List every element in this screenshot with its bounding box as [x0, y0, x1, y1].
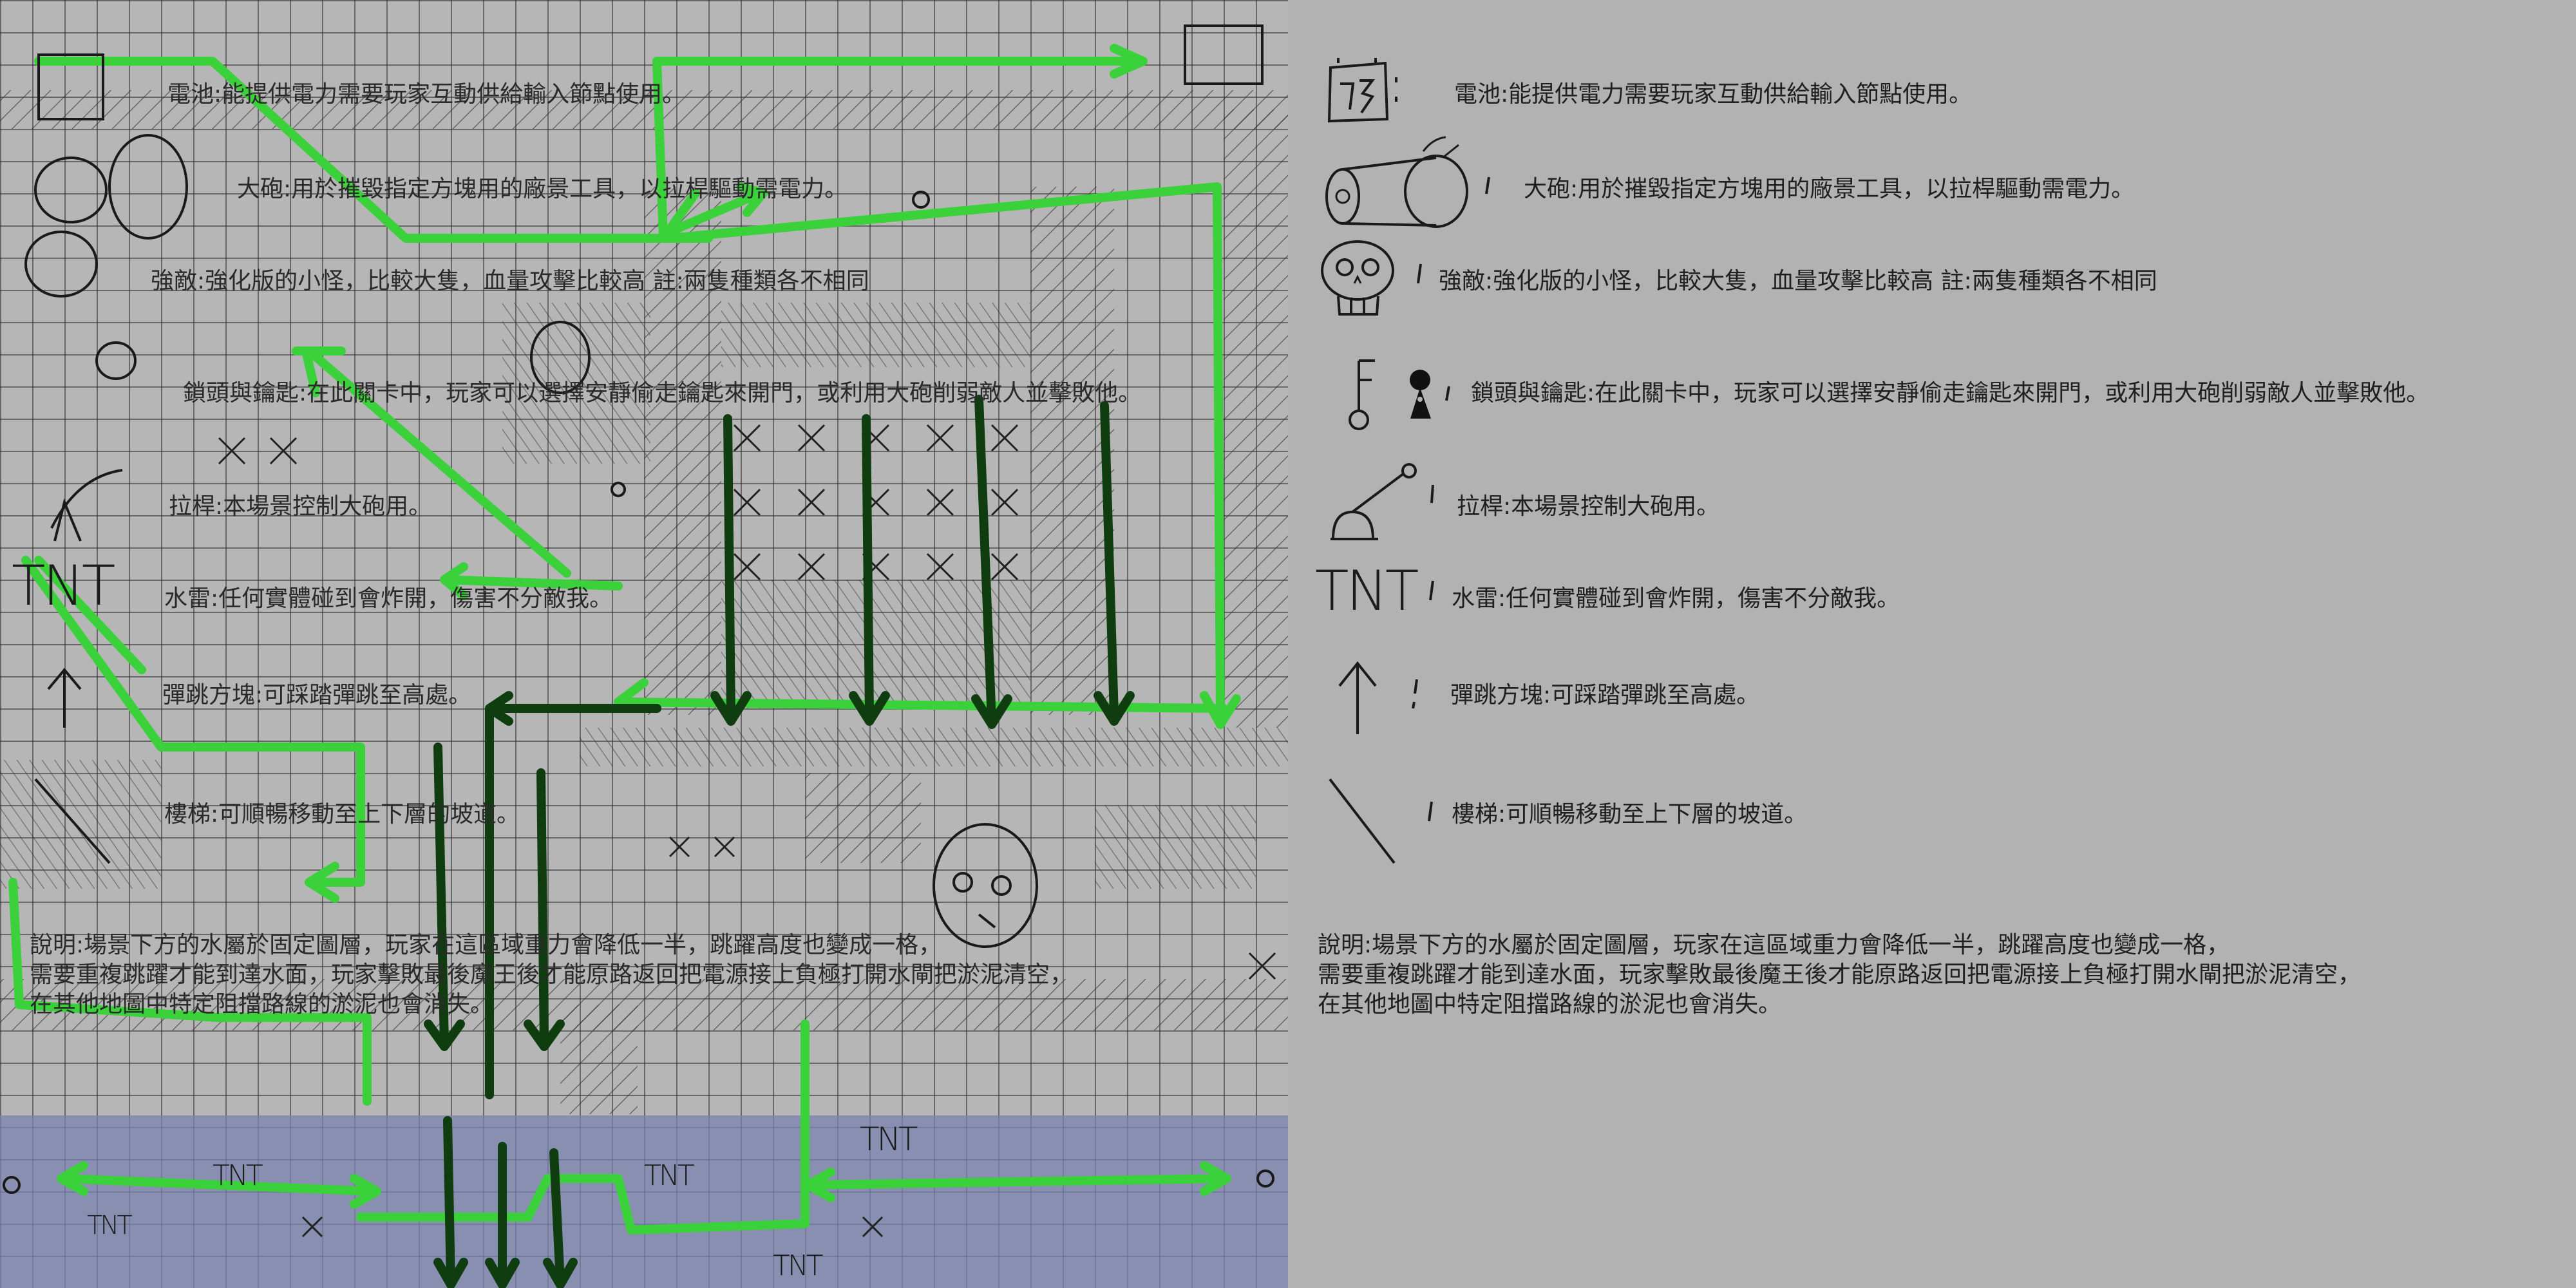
legend-stairs-label: 樓梯:可順暢移動至上下層的坡道。: [1452, 801, 1808, 828]
legend-tnt-label: 水雷:任何實體碰到會炸開，傷害不分敵我。: [1452, 585, 1900, 612]
up-arrow-icon: [1338, 661, 1418, 734]
note-line: 需要重複跳躍才能到達水面，玩家擊敗最後魔王後才能原路返回把電源接上負極打開水閘把…: [1318, 961, 2362, 988]
legend-battery-label: 電池:能提供電力需要玩家互動供給輸入節點使用。: [1454, 81, 1973, 108]
map-note-line: 需要重複跳躍才能到達水面，玩家擊敗最後魔王後才能原路返回把電源接上負極打開水閘把…: [30, 961, 1074, 988]
legend-enemy-label: 強敵:強化版的小怪，比較大隻，血量攻擊比較高 註:兩隻種類各不相同: [1439, 268, 2157, 294]
dark-route-arrows: [424, 395, 1135, 1288]
map-tnt-label: TNT: [87, 1211, 133, 1240]
map-overlay-cannon-label: 大砲:用於摧毀指定方塊用的廠景工具，以拉桿驅動需電力。: [237, 176, 848, 202]
map-overlay-jump-label: 彈跳方塊:可踩踏彈跳至高處。: [162, 682, 472, 708]
stairs-icon: [1329, 778, 1433, 864]
divider-tick-icon: [1429, 580, 1434, 601]
lever-icon: [1331, 463, 1434, 540]
legend-cannon-label: 大砲:用於摧毀指定方塊用的廠景工具，以拉桿驅動需電力。: [1524, 176, 2135, 202]
map-overlay-stairs-label: 樓梯:可順暢移動至上下層的坡道。: [164, 801, 520, 828]
map-tnt-label: TNT: [773, 1249, 824, 1282]
legend-lock-key-label: 鎖頭與鑰匙:在此關卡中，玩家可以選擇安靜偷走鑰匙來開門，或利用大砲削弱敵人並擊敗…: [1471, 380, 2430, 406]
map-tnt-label: TNT: [860, 1121, 918, 1158]
map-overlay-battery-label: 電池:能提供電力需要玩家互動供給輸入節點使用。: [167, 81, 686, 108]
tnt-icon: TNT: [1315, 559, 1419, 623]
map-overlay-lever-label: 拉桿:本場景控制大砲用。: [169, 493, 432, 520]
map-overlay-lock-label: 鎖頭與鑰匙:在此關卡中，玩家可以選擇安靜偷走鑰匙來開門，或利用大砲削弱敵人並擊敗…: [183, 380, 1142, 406]
map-tnt-label: TNT: [12, 554, 115, 618]
key-and-lock-icon: [1349, 359, 1450, 430]
note-line: 在其他地圖中特定阻擋路線的淤泥也會消失。: [1318, 991, 1782, 1018]
map-tnt-label: TNT: [644, 1159, 695, 1192]
map-tnt-label: TNT: [213, 1159, 263, 1192]
battery-icon: [1327, 58, 1397, 123]
map-note-line: 在其他地圖中特定阻擋路線的淤泥也會消失。: [30, 991, 494, 1018]
cannon-icon: [1325, 136, 1490, 228]
skull-icon: [1321, 240, 1422, 316]
legend-lever-label: 拉桿:本場景控制大砲用。: [1457, 493, 1720, 520]
map-note-line: 說明:場景下方的水屬於固定圖層，玩家在這區域重力會降低一半，跳躍高度也變成一格，: [30, 932, 942, 958]
note-line: 說明:場景下方的水屬於固定圖層，玩家在這區域重力會降低一半，跳躍高度也變成一格，: [1318, 932, 2230, 958]
map-overlay-tnt-label: 水雷:任何實體碰到會炸開，傷害不分敵我。: [164, 585, 613, 612]
legend-panel: 電池:能提供電力需要玩家互動供給輸入節點使用。 大砲:用於摧毀指定方塊用的廠景工…: [1288, 0, 2576, 1288]
level-sketch-map: TNT TNT TNT TNT TNT TNT 電池:能提供電力需要玩家互動供給…: [0, 0, 1288, 1288]
legend-note: 說明:場景下方的水屬於固定圖層，玩家在這區域重力會降低一半，跳躍高度也變成一格，…: [1318, 931, 2361, 1019]
map-overlay-enemy-label: 強敵:強化版的小怪，比較大隻，血量攻擊比較高 註:兩隻種類各不相同: [151, 268, 869, 294]
map-overlay-note: 說明:場景下方的水屬於固定圖層，玩家在這區域重力會降低一半，跳躍高度也變成一格，…: [30, 931, 1073, 1019]
legend-jump-label: 彈跳方塊:可踩踏彈跳至高處。: [1450, 682, 1760, 708]
